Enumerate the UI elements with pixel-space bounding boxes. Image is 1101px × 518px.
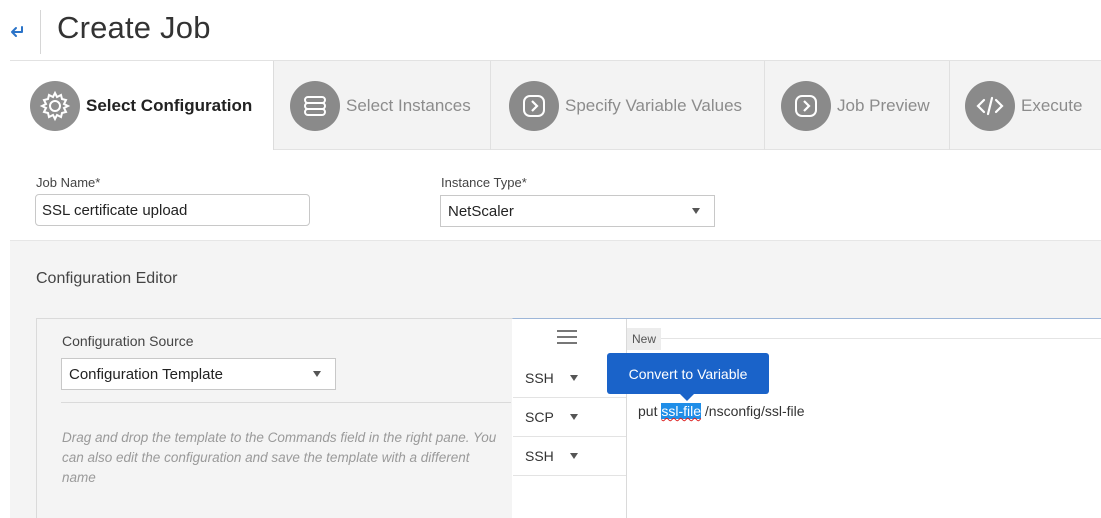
protocol-value: SCP — [525, 409, 554, 425]
protocol-select[interactable]: SCP — [513, 398, 626, 437]
gear-icon — [30, 80, 80, 131]
step-job-preview[interactable]: Job Preview — [765, 61, 950, 150]
step-execute[interactable]: Execute — [950, 61, 1101, 150]
step-select-configuration[interactable]: Select Configuration — [10, 61, 274, 150]
hamburger-menu-icon[interactable] — [557, 330, 577, 344]
protocol-value: SSH — [525, 448, 554, 464]
command-line[interactable]: put ssl-file /nsconfig/ssl-file — [638, 403, 805, 419]
job-name-label: Job Name* — [36, 175, 101, 190]
page-header: Create Job — [0, 0, 1101, 60]
chevron-down-icon — [313, 371, 321, 377]
step-label: Specify Variable Values — [565, 95, 743, 115]
header-divider — [40, 10, 41, 54]
protocol-value: SSH — [525, 370, 554, 386]
wizard-steps: Select Configuration Select Instances Sp… — [10, 60, 1101, 150]
job-name-input[interactable] — [35, 194, 310, 226]
chevron-down-icon — [569, 375, 578, 381]
tab-underline — [661, 338, 1101, 339]
selected-text: ssl-file — [661, 403, 702, 419]
help-text: Drag and drop the template to the Comman… — [62, 430, 497, 485]
chevron-down-icon — [569, 453, 578, 459]
chevron-right-icon — [781, 80, 831, 131]
instance-type-label: Instance Type* — [441, 175, 527, 190]
step-specify-variable-values[interactable]: Specify Variable Values — [491, 61, 765, 150]
command-prefix: put — [638, 403, 662, 419]
step-label: Select Configuration — [86, 95, 253, 115]
back-arrow-icon[interactable] — [8, 20, 26, 42]
configuration-source-label: Configuration Source — [62, 333, 194, 349]
convert-to-variable-button[interactable]: Convert to Variable — [607, 353, 769, 394]
chevron-right-icon — [509, 80, 559, 131]
configuration-source-select[interactable]: Configuration Template — [61, 358, 336, 390]
section-title: Configuration Editor — [36, 270, 178, 287]
protocol-select[interactable]: SSH — [513, 437, 626, 476]
chevron-down-icon — [692, 208, 700, 214]
step-select-instances[interactable]: Select Instances — [274, 61, 491, 150]
tooltip-arrow — [680, 394, 694, 401]
step-label: Job Preview — [837, 95, 930, 115]
code-icon — [965, 80, 1015, 131]
step-label: Select Instances — [346, 95, 471, 115]
chevron-down-icon — [569, 414, 578, 420]
page-title: Create Job — [57, 10, 211, 45]
step-label: Execute — [1021, 95, 1083, 115]
configuration-source-value: Configuration Template — [69, 365, 223, 383]
divider — [61, 402, 511, 403]
server-icon — [290, 80, 340, 131]
instance-type-value: NetScaler — [448, 202, 514, 220]
new-tab[interactable]: New — [627, 328, 661, 350]
command-suffix: /nsconfig/ssl-file — [701, 403, 805, 419]
instance-type-select[interactable]: NetScaler — [440, 195, 715, 227]
